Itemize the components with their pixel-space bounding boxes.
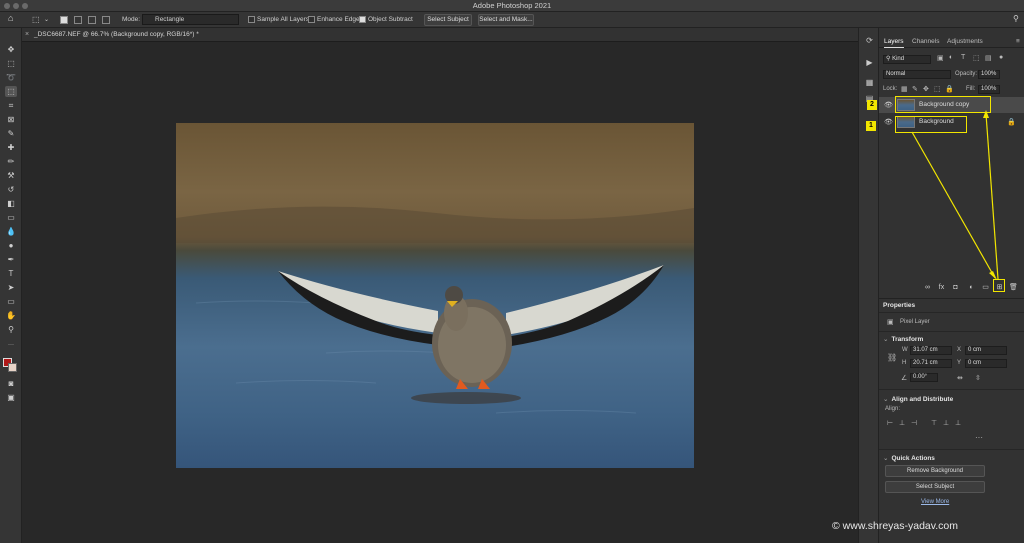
height-label: H (902, 360, 907, 366)
transform-section-header[interactable]: ⌄ Transform (883, 335, 923, 343)
align-middle-icon[interactable]: ⊥ (943, 419, 949, 427)
divider (879, 331, 1024, 332)
divider (879, 312, 1024, 313)
properties-panel: Properties ▣ Pixel Layer ⌄ Transform ⛓ W … (879, 298, 1024, 543)
angle-icon: ∠ (901, 375, 908, 382)
align-top-icon[interactable]: ⊤ (931, 419, 937, 427)
height-field[interactable]: 20.71 cm (910, 359, 952, 368)
quick-actions-title: Quick Actions (891, 455, 935, 462)
angle-field[interactable]: 0.00° (910, 373, 938, 382)
align-right-icon[interactable]: ⊣ (911, 419, 917, 427)
flip-horizontal-icon[interactable]: ⇹ (957, 374, 963, 382)
width-field[interactable]: 31.07 cm (910, 346, 952, 355)
watermark: © www.shreyas-yadav.com (832, 520, 958, 532)
align-section-header[interactable]: ⌄ Align and Distribute (883, 395, 953, 403)
align-label: Align: (885, 406, 901, 412)
properties-title: Properties (883, 302, 916, 309)
chevron-down-icon: ⌄ (883, 455, 889, 462)
layer-type-label: Pixel Layer (900, 319, 930, 325)
transform-title: Transform (891, 336, 924, 343)
select-subject-quick-button[interactable]: Select Subject (885, 481, 985, 493)
align-center-icon[interactable]: ⊥ (899, 419, 905, 427)
x-label: X (957, 347, 962, 353)
link-dimensions-icon[interactable]: ⛓ (887, 353, 897, 362)
annotation-arrows (911, 110, 999, 280)
y-field[interactable]: 0 cm (965, 359, 1007, 368)
chevron-down-icon: ⌄ (883, 336, 889, 343)
divider (879, 389, 1024, 390)
align-title: Align and Distribute (891, 396, 954, 403)
x-field[interactable]: 0 cm (965, 346, 1007, 355)
y-label: Y (957, 360, 962, 366)
align-left-icon[interactable]: ⊢ (887, 419, 893, 427)
flip-vertical-icon[interactable]: ⇳ (975, 374, 981, 382)
quick-actions-section-header[interactable]: ⌄ Quick Actions (883, 454, 935, 462)
pixel-layer-icon: ▣ (887, 319, 894, 326)
divider (879, 449, 1024, 450)
remove-background-button[interactable]: Remove Background (885, 465, 985, 477)
view-more-link[interactable]: View More (921, 499, 949, 505)
align-bottom-icon[interactable]: ⊥ (955, 419, 961, 427)
more-options-icon[interactable]: ··· (975, 433, 983, 442)
chevron-down-icon: ⌄ (883, 396, 889, 403)
width-label: W (902, 347, 908, 353)
